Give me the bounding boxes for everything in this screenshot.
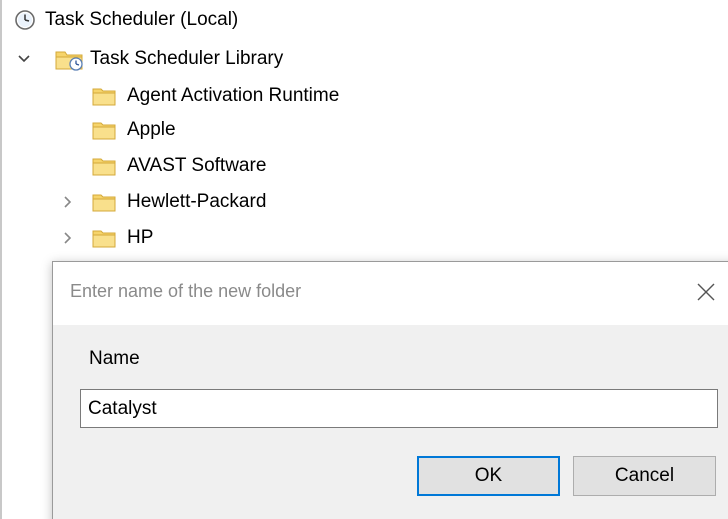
tree-item-label: HP xyxy=(127,227,154,248)
tree-item-folder[interactable]: Apple xyxy=(92,114,176,146)
tree-item-label: AVAST Software xyxy=(127,155,267,176)
cancel-button[interactable]: Cancel xyxy=(573,456,716,496)
task-folder-icon xyxy=(55,51,83,71)
name-label: Name xyxy=(89,348,140,369)
folder-icon xyxy=(92,194,116,212)
ok-button[interactable]: OK xyxy=(417,456,560,496)
dialog-titlebar: Enter name of the new folder xyxy=(53,262,728,325)
tree-item-folder[interactable]: Hewlett-Packard xyxy=(60,186,266,218)
new-folder-dialog: Enter name of the new folder Name OK Can… xyxy=(52,261,728,519)
folder-name-input[interactable] xyxy=(80,389,718,428)
tree-item-folder[interactable]: Agent Activation Runtime xyxy=(92,80,339,112)
folder-icon xyxy=(92,88,116,106)
clock-icon xyxy=(15,10,35,30)
tree-item-label: Agent Activation Runtime xyxy=(127,85,340,106)
tree-item-folder[interactable]: AVAST Software xyxy=(92,150,266,182)
close-icon[interactable] xyxy=(694,280,718,304)
chevron-right-icon[interactable] xyxy=(60,222,76,254)
tree-item-label: Task Scheduler Library xyxy=(90,48,284,69)
folder-icon xyxy=(92,158,116,176)
folder-icon xyxy=(92,122,116,140)
chevron-right-icon[interactable] xyxy=(60,186,76,218)
tree-item-folder[interactable]: HP xyxy=(60,222,153,254)
chevron-down-icon[interactable] xyxy=(16,43,32,75)
tree-item-label: Apple xyxy=(127,119,176,140)
folder-icon xyxy=(92,230,116,248)
task-scheduler-window: Task Scheduler (Local) Task Scheduler Li… xyxy=(0,0,728,519)
tree-item-task-scheduler-library[interactable]: Task Scheduler Library xyxy=(16,43,338,75)
tree-item-task-scheduler-local[interactable]: Task Scheduler (Local) xyxy=(14,4,238,36)
tree-item-label: Hewlett-Packard xyxy=(127,191,267,212)
tree-item-label: Task Scheduler (Local) xyxy=(45,9,239,30)
dialog-title: Enter name of the new folder xyxy=(70,281,302,301)
